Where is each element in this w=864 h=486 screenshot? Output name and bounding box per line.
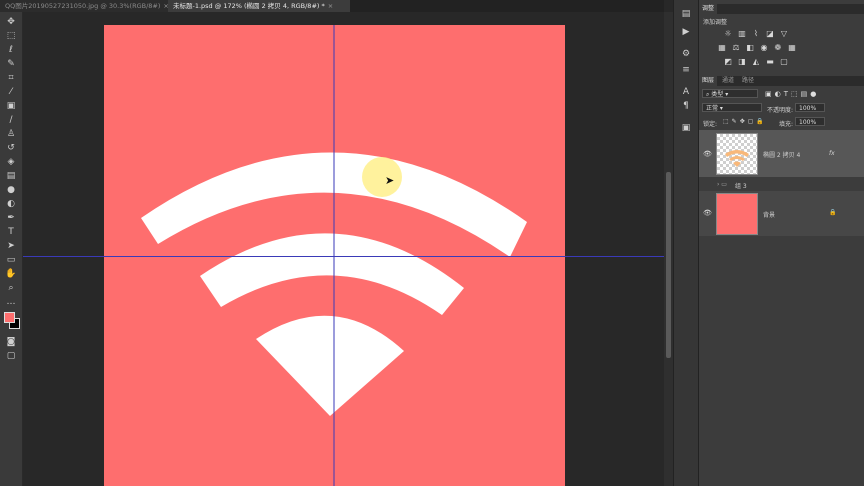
- character-panel-icon[interactable]: A: [679, 86, 693, 98]
- lock-label: 锁定:: [703, 121, 718, 128]
- cursor-move-icon: ➤: [385, 174, 395, 187]
- pen-tool-icon[interactable]: ✒: [3, 212, 19, 224]
- filter-kind: 类型: [711, 91, 724, 98]
- black-white-icon[interactable]: ◧: [745, 44, 755, 52]
- tab-layers[interactable]: 图层: [699, 76, 718, 86]
- group-folder-icon[interactable]: › ▭: [717, 181, 727, 188]
- layer-thumbnail: [716, 133, 758, 175]
- move-tool-icon[interactable]: ✥: [3, 16, 19, 28]
- color-lookup-icon[interactable]: ▦: [787, 44, 797, 52]
- posterize-icon[interactable]: ◨: [737, 58, 747, 66]
- selective-color-icon[interactable]: ▢: [779, 58, 789, 66]
- tab-paths[interactable]: 路径: [739, 76, 757, 86]
- threshold-icon[interactable]: ◭: [751, 58, 761, 66]
- history-panel-icon[interactable]: ▤: [679, 8, 693, 20]
- more-tools-icon[interactable]: …: [3, 296, 19, 308]
- eyedropper-tool-icon[interactable]: ⁄: [3, 86, 19, 98]
- layer-name: 组 3: [735, 183, 747, 190]
- rectangle-tool-icon[interactable]: ▭: [3, 254, 19, 266]
- paragraph-panel-icon[interactable]: ¶: [679, 100, 693, 112]
- properties-panel-icon[interactable]: ⚙: [679, 48, 693, 60]
- layer-row-background[interactable]: 👁 背景 🔒: [699, 191, 864, 236]
- hue-saturation-icon[interactable]: ▦: [717, 44, 727, 52]
- foreground-color-swatch[interactable]: [4, 312, 15, 323]
- right-panels: 调整 添加调整 ☼ ▥ ⌇ ◪ ▽ ▦ ⚖ ◧ ◉ ❁ ▦ ◩ ◨ ◭ ▬ ▢ …: [698, 0, 864, 486]
- vibrance-icon[interactable]: ▽: [779, 30, 789, 38]
- brightness-icon[interactable]: ☼: [723, 30, 733, 38]
- fill-label: 填充:: [779, 121, 794, 128]
- quick-mask-icon[interactable]: ◙: [3, 336, 19, 348]
- path-select-tool-icon[interactable]: ➤: [3, 240, 19, 252]
- screen-mode-icon[interactable]: ▢: [3, 350, 19, 362]
- history-brush-tool-icon[interactable]: ↺: [3, 142, 19, 154]
- collapsed-panel-strip: ▤ ▶ ⚙ ≡ A ¶ ▣: [673, 0, 698, 486]
- gradient-map-icon[interactable]: ▬: [765, 58, 775, 66]
- blur-tool-icon[interactable]: ●: [3, 184, 19, 196]
- vertical-scrollbar[interactable]: [664, 12, 673, 486]
- fx-badge[interactable]: fx: [829, 150, 835, 157]
- layer-name: 椭圆 2 拷贝 4: [763, 152, 801, 159]
- actions-play-icon[interactable]: ▶: [679, 26, 693, 38]
- marquee-tool-icon[interactable]: ⬚: [3, 30, 19, 42]
- zoom-tool-icon[interactable]: ⌕: [3, 282, 19, 294]
- add-adjustment-label: 添加调整: [703, 19, 728, 26]
- layer-row-group[interactable]: › ▭ 组 3: [699, 178, 864, 190]
- opacity-field[interactable]: 100%: [795, 103, 825, 112]
- blend-mode-select[interactable]: 正常 ▾: [702, 103, 762, 112]
- invert-icon[interactable]: ◩: [723, 58, 733, 66]
- layer-filter-icons[interactable]: ▣◐T⬚▤●: [765, 90, 861, 98]
- photo-filter-icon[interactable]: ◉: [759, 44, 769, 52]
- layers-panel-tabs: 图层 通道 路径: [699, 76, 864, 86]
- tab-qq-image[interactable]: QQ图片20190527231050.jpg @ 30.3%(RGB/8#) ×: [0, 0, 168, 12]
- libraries-panel-icon[interactable]: ▣: [679, 122, 693, 134]
- color-balance-icon[interactable]: ⚖: [731, 44, 741, 52]
- hand-tool-icon[interactable]: ✋: [3, 268, 19, 280]
- brush-tool-icon[interactable]: ∕: [3, 114, 19, 126]
- visibility-eye-icon[interactable]: 👁: [703, 150, 712, 158]
- wifi-arc-middle: [200, 233, 464, 315]
- dodge-tool-icon[interactable]: ◐: [3, 198, 19, 210]
- tab-label: 未标题-1.psd @ 172% (椭圆 2 拷贝 4, RGB/8#) *: [173, 2, 325, 10]
- type-tool-icon[interactable]: T: [3, 226, 19, 238]
- cursor-highlight: [362, 157, 402, 197]
- document-tab-bar: QQ图片20190527231050.jpg @ 30.3%(RGB/8#) × …: [0, 0, 664, 12]
- tab-close-icon[interactable]: ×: [328, 2, 333, 10]
- curves-icon[interactable]: ⌇: [751, 30, 761, 38]
- wifi-wedge: [256, 315, 404, 416]
- visibility-eye-icon[interactable]: 👁: [703, 209, 712, 217]
- levels-icon[interactable]: ▥: [737, 30, 747, 38]
- horizontal-guide: [23, 256, 664, 257]
- opacity-label: 不透明度:: [767, 107, 794, 114]
- gradient-tool-icon[interactable]: ▤: [3, 170, 19, 182]
- adjustments-tabs: 调整: [699, 4, 864, 14]
- blend-mode: 正常: [706, 105, 719, 112]
- tools-panel: ✥ ⬚ ℓ ✎ ⌗ ⁄ ▣ ∕ ♙ ↺ ◈ ▤ ● ◐ ✒ T ➤ ▭ ✋ ⌕ …: [0, 12, 23, 486]
- lock-icons[interactable]: ⬚✎✥▢🔒: [723, 118, 773, 125]
- tab-channels[interactable]: 通道: [719, 76, 737, 86]
- adjust-sliders-icon[interactable]: ≡: [679, 64, 693, 76]
- layer-thumbnail: [716, 193, 758, 235]
- canvas-workspace[interactable]: ➤: [23, 12, 664, 486]
- layer-filter-select[interactable]: ⌕ 类型 ▾: [702, 89, 758, 98]
- tab-adjustments[interactable]: 调整: [699, 4, 718, 14]
- layer-name: 背景: [763, 212, 776, 219]
- lasso-tool-icon[interactable]: ℓ: [3, 44, 19, 56]
- fill-field[interactable]: 100%: [795, 117, 825, 126]
- lock-icon[interactable]: 🔒: [829, 209, 836, 216]
- exposure-icon[interactable]: ◪: [765, 30, 775, 38]
- eraser-tool-icon[interactable]: ◈: [3, 156, 19, 168]
- scrollbar-thumb[interactable]: [666, 172, 671, 358]
- clone-stamp-tool-icon[interactable]: ♙: [3, 128, 19, 140]
- channel-mixer-icon[interactable]: ❁: [773, 44, 783, 52]
- tab-untitled-psd[interactable]: 未标题-1.psd @ 172% (椭圆 2 拷贝 4, RGB/8#) * ×: [168, 0, 350, 12]
- crop-tool-icon[interactable]: ⌗: [3, 72, 19, 84]
- wifi-thumb-graphic: [725, 150, 749, 167]
- quick-select-tool-icon[interactable]: ✎: [3, 58, 19, 70]
- healing-brush-tool-icon[interactable]: ▣: [3, 100, 19, 112]
- tab-label: QQ图片20190527231050.jpg @ 30.3%(RGB/8#): [5, 2, 161, 10]
- layer-row-ellipse[interactable]: 👁 椭圆 2 拷贝 4 fx: [699, 130, 864, 177]
